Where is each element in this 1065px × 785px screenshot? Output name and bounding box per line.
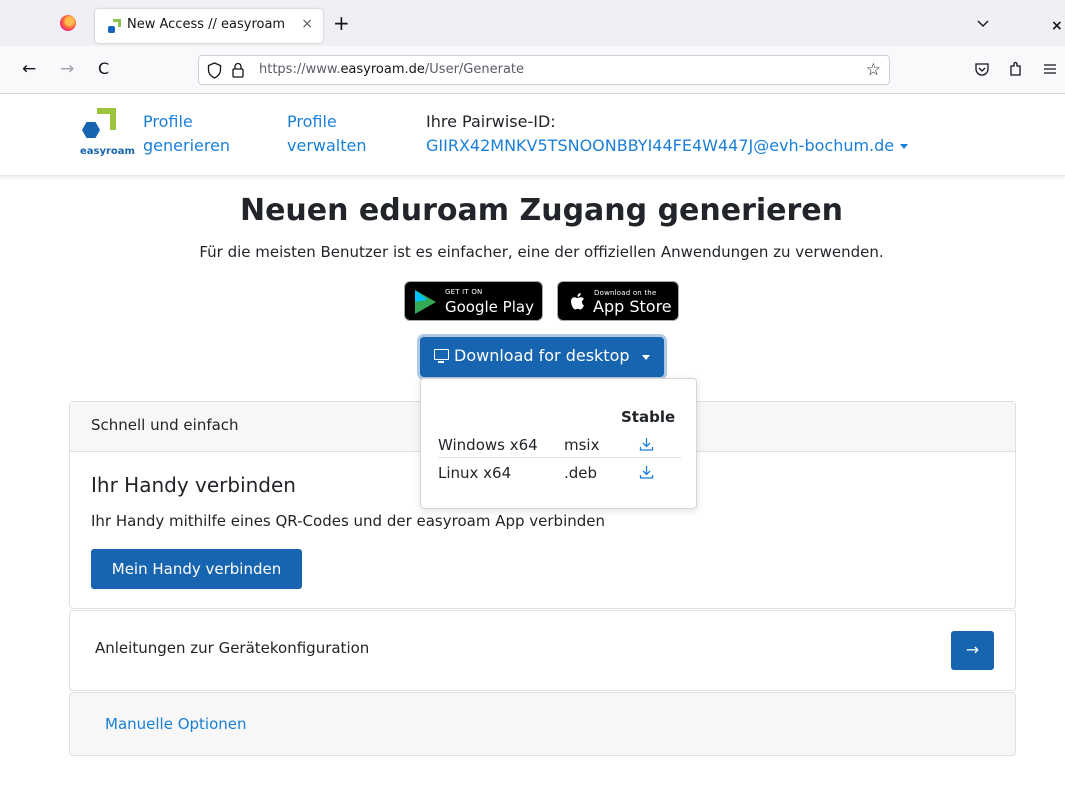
- url-prefix: https://www.: [259, 62, 341, 77]
- pocket-icon[interactable]: [974, 61, 990, 81]
- download-desktop-label: Download for desktop: [454, 346, 630, 365]
- nav-profile-generate-line1: Profile: [143, 112, 193, 131]
- os-name: Windows x64: [438, 436, 538, 454]
- browser-tab-bar: New Access // easyroam × + ×: [0, 0, 1065, 46]
- app-store-big-text: App Store: [593, 297, 672, 316]
- tab-list-chevron-icon[interactable]: [976, 16, 990, 30]
- nav-profile-manage[interactable]: Profile verwalten: [287, 110, 366, 158]
- connect-phone-button[interactable]: Mein Handy verbinden: [91, 549, 302, 589]
- bookmark-star-icon[interactable]: ☆: [866, 60, 881, 80]
- pairwise-id-value: GIIRX42MNKV5TSNOONBBYI44FE4W447J@evh-boc…: [426, 136, 895, 155]
- page-title: Neuen eduroam Zugang generieren: [239, 193, 844, 228]
- card-title: Ihr Handy verbinden: [91, 473, 296, 497]
- lock-icon[interactable]: [231, 62, 245, 83]
- manual-options-section: Manuelle Optionen: [69, 692, 1016, 756]
- tab-title: New Access // easyroam: [127, 17, 286, 32]
- device-instructions-label: Anleitungen zur Gerätekonfiguration: [95, 639, 370, 657]
- url-path: /User/Generate: [424, 62, 525, 77]
- tracking-shield-icon[interactable]: [207, 62, 222, 83]
- extensions-icon[interactable]: [1008, 61, 1024, 81]
- easyroam-favicon-icon: [107, 18, 123, 34]
- monitor-icon: [434, 349, 449, 363]
- desktop-download-dropdown: Stable Windows x64 msix Linux x64 .deb: [420, 378, 697, 509]
- apple-icon: [568, 291, 588, 318]
- firefox-icon[interactable]: [60, 15, 76, 31]
- package-format: msix: [564, 436, 600, 454]
- google-play-badge[interactable]: GET IT ON Google Play: [404, 281, 543, 321]
- dropdown-row-windows: Windows x64 msix: [438, 432, 681, 458]
- nav-profile-generate-line2: generieren: [143, 136, 231, 155]
- back-button[interactable]: ←: [22, 59, 36, 79]
- window-close-button[interactable]: ×: [1051, 18, 1063, 34]
- pairwise-id-label: Ihre Pairwise-ID:: [426, 112, 556, 131]
- package-format: .deb: [564, 464, 598, 482]
- url-bar[interactable]: https://www.easyroam.de/User/Generate ☆: [198, 55, 890, 85]
- card-text: Ihr Handy mithilfe eines QR-Codes und de…: [91, 512, 606, 530]
- stable-column-header: Stable: [621, 408, 676, 426]
- device-instructions-row[interactable]: Anleitungen zur Gerätekonfiguration →: [69, 610, 1016, 691]
- easyroam-logo[interactable]: easyroam: [78, 108, 138, 168]
- url-text[interactable]: https://www.easyroam.de/User/Generate: [259, 62, 524, 77]
- caret-down-icon: [900, 144, 909, 149]
- site-header: easyroam Profile generieren Profile verw…: [0, 95, 1065, 176]
- app-store-badge[interactable]: Download on the App Store: [557, 281, 679, 321]
- url-domain: easyroam.de: [340, 62, 425, 77]
- new-tab-button[interactable]: +: [333, 11, 350, 35]
- caret-down-icon: [642, 355, 650, 360]
- arrow-right-button[interactable]: →: [951, 631, 994, 670]
- browser-tab-active[interactable]: New Access // easyroam ×: [95, 9, 323, 43]
- download-icon[interactable]: [639, 437, 654, 452]
- dropdown-row-linux: Linux x64 .deb: [438, 460, 681, 486]
- app-store-small-text: Download on the: [594, 289, 657, 297]
- forward-button[interactable]: →: [60, 59, 74, 79]
- tab-close-icon[interactable]: ×: [301, 16, 313, 32]
- reload-button[interactable]: C: [98, 59, 109, 78]
- menu-hamburger-icon[interactable]: [1043, 61, 1057, 80]
- lead-text: Für die meisten Benutzer ist es einfache…: [199, 243, 884, 261]
- download-desktop-button[interactable]: Download for desktop: [420, 337, 664, 377]
- logo-green-mark: [97, 108, 116, 130]
- google-play-small-text: GET IT ON: [445, 288, 483, 296]
- nav-profile-manage-line2: verwalten: [287, 136, 367, 155]
- manual-options-link[interactable]: Manuelle Optionen: [105, 715, 247, 733]
- nav-profile-manage-line1: Profile: [287, 112, 337, 131]
- card-header-text: Schnell und einfach: [91, 416, 239, 434]
- logo-text: easyroam: [80, 146, 135, 157]
- pairwise-id-dropdown[interactable]: GIIRX42MNKV5TSNOONBBYI44FE4W447J@evh-boc…: [426, 134, 909, 158]
- download-icon[interactable]: [639, 465, 654, 480]
- os-name: Linux x64: [438, 464, 512, 482]
- google-play-big-text: Google Play: [445, 298, 534, 316]
- browser-nav-bar: ← → C https://www.easyroam.de/User/Gener…: [0, 46, 1065, 94]
- nav-profile-generate[interactable]: Profile generieren: [143, 110, 230, 158]
